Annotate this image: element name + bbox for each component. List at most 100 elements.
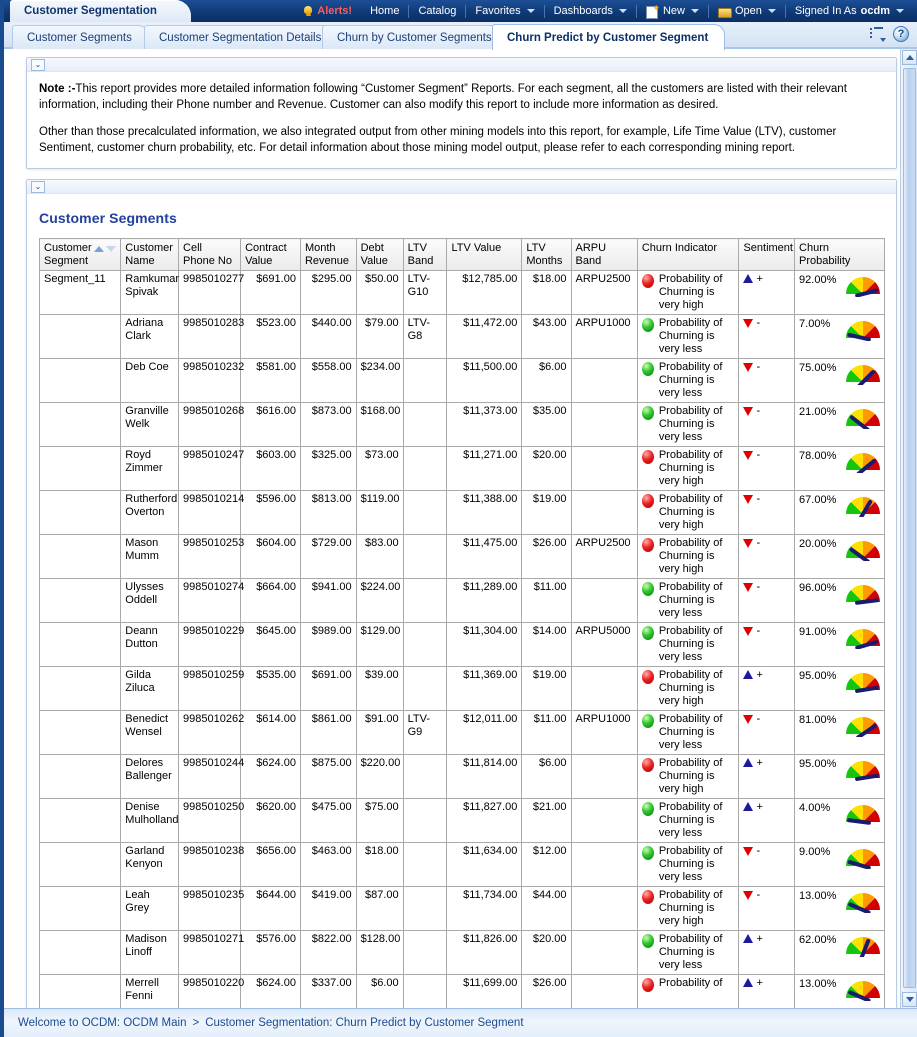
cell-sentiment: -	[739, 711, 795, 755]
nav-signed-in-as[interactable]: Signed In As ocdm	[786, 0, 913, 22]
content-vertical-scrollbar[interactable]	[900, 49, 917, 1008]
column-header-churn-indicator[interactable]: Churn Indicator	[637, 239, 739, 271]
table-row[interactable]: Leah Grey 9985010235 $644.00 $419.00 $87…	[40, 887, 885, 931]
tab-churn-by-customer-segments[interactable]: Churn by Customer Segments	[322, 25, 509, 49]
sentiment-sign: +	[757, 801, 763, 813]
table-row[interactable]: Deb Coe 9985010232 $581.00 $558.00 $234.…	[40, 359, 885, 403]
cell-ltv-band: LTV-G8	[403, 315, 447, 359]
sentiment-up-icon	[743, 934, 753, 943]
cell-customer-segment	[40, 843, 121, 887]
help-icon[interactable]: ?	[893, 26, 909, 42]
table-row[interactable]: Garland Kenyon 9985010238 $656.00 $463.0…	[40, 843, 885, 887]
cell-ltv-band: LTV-G10	[403, 271, 447, 315]
table-row[interactable]: Rutherford Overton 9985010214 $596.00 $8…	[40, 491, 885, 535]
nav-catalog[interactable]: Catalog	[409, 0, 465, 22]
sentiment-down-icon	[743, 407, 753, 416]
scrollbar-thumb[interactable]	[903, 68, 916, 988]
sort-descending-icon[interactable]	[106, 246, 116, 252]
sentiment-down-icon	[743, 847, 753, 856]
cell-ltv-value: $11,699.00	[447, 975, 522, 1009]
table-row[interactable]: Granville Welk 9985010268 $616.00 $873.0…	[40, 403, 885, 447]
table-row[interactable]: Denise Mulholland 9985010250 $620.00 $47…	[40, 799, 885, 843]
scroll-down-button[interactable]	[902, 992, 917, 1007]
cell-ltv-value: $12,011.00	[447, 711, 522, 755]
column-header-sentiment[interactable]: Sentiment	[739, 239, 795, 271]
breadcrumb-separator: >	[192, 1017, 199, 1029]
cell-contract-value: $523.00	[241, 315, 301, 359]
nav-home[interactable]: Home	[361, 0, 408, 22]
cell-arpu-band	[571, 755, 637, 799]
column-header-contract-value[interactable]: Contract Value	[241, 239, 301, 271]
chevron-down-icon	[906, 997, 914, 1002]
tab-customer-segments[interactable]: Customer Segments	[12, 25, 149, 49]
cell-month-revenue: $691.00	[300, 667, 356, 711]
column-header-month-revenue[interactable]: Month Revenue	[300, 239, 356, 271]
table-row[interactable]: Gilda Ziluca 9985010259 $535.00 $691.00 …	[40, 667, 885, 711]
column-header-customer-name[interactable]: Customer Name	[121, 239, 179, 271]
nav-new[interactable]: New	[637, 0, 708, 22]
cell-churn-indicator: Probability of Churning is very high	[637, 755, 739, 799]
cell-ltv-value: $11,373.00	[447, 403, 522, 447]
churn-probability-gauge-icon	[843, 803, 883, 829]
sentiment-down-icon	[743, 363, 753, 372]
table-row[interactable]: Mason Mumm 9985010253 $604.00 $729.00 $8…	[40, 535, 885, 579]
nav-home-label: Home	[370, 5, 399, 17]
cell-debt-value: $129.00	[356, 623, 403, 667]
column-header-ltv-band[interactable]: LTV Band	[403, 239, 447, 271]
churn-indicator-text: Probability of Churning is very high	[659, 757, 735, 796]
column-header-arpu-band[interactable]: ARPU Band	[571, 239, 637, 271]
report-panel-handle: ⌄	[27, 180, 896, 194]
churn-probability-gauge-icon	[843, 715, 883, 741]
cell-ltv-value: $11,827.00	[447, 799, 522, 843]
sentiment-up-icon	[743, 758, 753, 767]
collapse-toggle-report[interactable]: ⌄	[31, 181, 45, 193]
table-row[interactable]: Benedict Wensel 9985010262 $614.00 $861.…	[40, 711, 885, 755]
table-row[interactable]: Deann Dutton 9985010229 $645.00 $989.00 …	[40, 623, 885, 667]
sentiment-sign: -	[757, 713, 761, 725]
tab-customer-segmentation-details[interactable]: Customer Segmentation Details	[144, 25, 338, 49]
churn-status-ball-icon	[642, 890, 654, 904]
cell-cell-phone-no: 9985010274	[179, 579, 241, 623]
sort-ascending-icon[interactable]	[94, 246, 104, 252]
nav-dashboards[interactable]: Dashboards	[545, 0, 636, 22]
note-paragraph-1: Note :-This report provides more detaile…	[39, 82, 884, 113]
sentiment-indicator: -	[743, 845, 760, 857]
sentiment-sign: -	[757, 889, 761, 901]
table-row[interactable]: Royd Zimmer 9985010247 $603.00 $325.00 $…	[40, 447, 885, 491]
cell-arpu-band	[571, 931, 637, 975]
sort-controls[interactable]	[92, 243, 116, 256]
table-row[interactable]: Delores Ballenger 9985010244 $624.00 $87…	[40, 755, 885, 799]
nav-open[interactable]: Open	[709, 0, 785, 22]
collapse-toggle-note[interactable]: ⌄	[31, 59, 45, 71]
note-paragraph-2: Other than those precalculated informati…	[39, 125, 884, 156]
page-options-icon[interactable]	[870, 27, 885, 41]
cell-customer-name: Ramkumar Spivak	[121, 271, 179, 315]
scroll-up-button[interactable]	[902, 50, 917, 65]
tab-label: Churn by Customer Segments	[337, 32, 492, 44]
column-header-cell-phone-no[interactable]: Cell Phone No	[179, 239, 241, 271]
column-header-churn-probability[interactable]: Churn Probability	[795, 239, 885, 271]
churn-probability-gauge-icon	[843, 495, 883, 521]
application-title-tab[interactable]: Customer Segmentation	[10, 0, 191, 22]
table-row[interactable]: Merrell Fenni 9985010220 $624.00 $337.00…	[40, 975, 885, 1009]
nav-favorites[interactable]: Favorites	[466, 0, 543, 22]
cell-sentiment: -	[739, 535, 795, 579]
cell-ltv-value: $11,814.00	[447, 755, 522, 799]
chevron-down-icon	[691, 9, 699, 13]
table-row[interactable]: Madison Linoff 9985010271 $576.00 $822.0…	[40, 931, 885, 975]
table-row[interactable]: Adriana Clark 9985010283 $523.00 $440.00…	[40, 315, 885, 359]
table-row[interactable]: Segment_11 Ramkumar Spivak 9985010277 $6…	[40, 271, 885, 315]
column-header-ltv-value[interactable]: LTV Value	[447, 239, 522, 271]
column-header-ltv-months[interactable]: LTV Months	[522, 239, 571, 271]
nav-alerts[interactable]: Alerts!	[294, 0, 361, 22]
column-header-customer-segment[interactable]: Customer Segment	[40, 239, 121, 271]
cell-customer-name: Madison Linoff	[121, 931, 179, 975]
table-row[interactable]: Ulysses Oddell 9985010274 $664.00 $941.0…	[40, 579, 885, 623]
tab-churn-predict-by-customer-segment[interactable]: Churn Predict by Customer Segment	[492, 24, 725, 50]
sentiment-sign: -	[757, 317, 761, 329]
chevron-down-icon	[896, 9, 904, 13]
sentiment-down-icon	[743, 495, 753, 504]
churn-indicator-text: Probability of	[659, 977, 723, 990]
cell-cell-phone-no: 9985010214	[179, 491, 241, 535]
column-header-debt-value[interactable]: Debt Value	[356, 239, 403, 271]
